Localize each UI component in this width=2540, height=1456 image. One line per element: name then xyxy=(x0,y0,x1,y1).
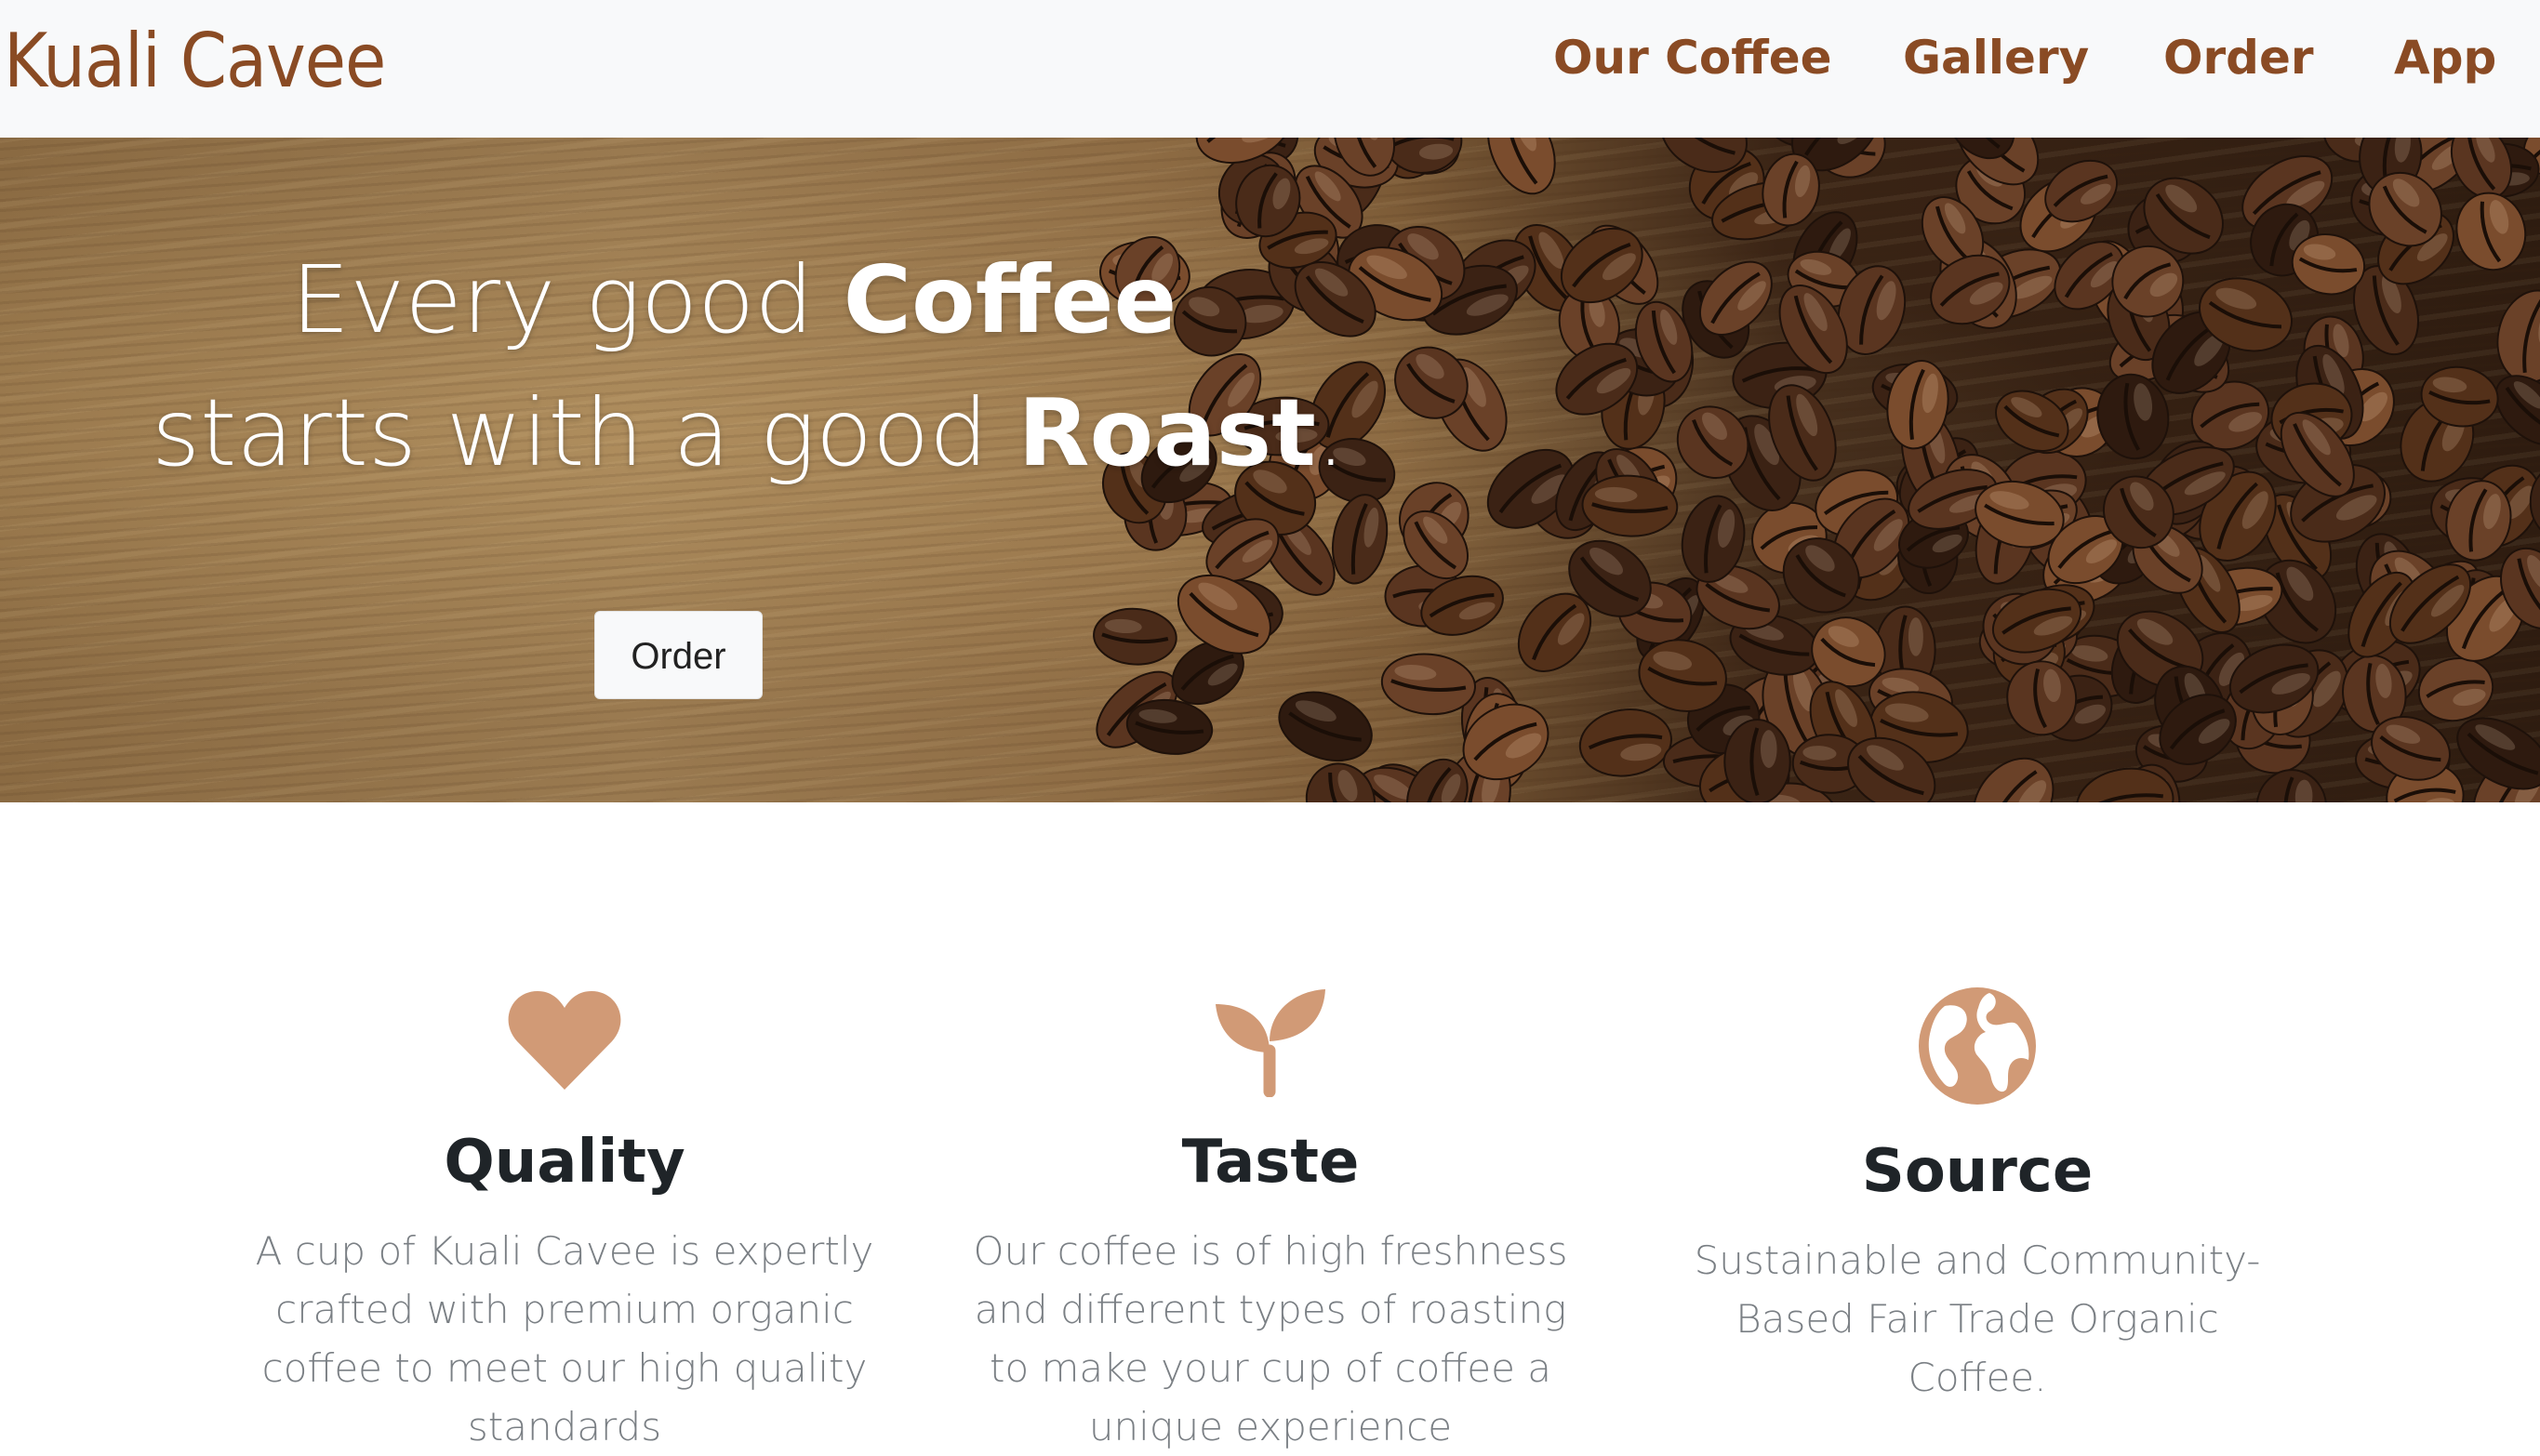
hero-line-2-period: . xyxy=(1315,378,1346,487)
nav-link-gallery[interactable]: Gallery xyxy=(1903,28,2089,87)
nav-link-our-coffee[interactable]: Our Coffee xyxy=(1553,28,1832,87)
feature-source: Source Sustainable and Community-Based F… xyxy=(1652,986,2303,1407)
globe-icon xyxy=(1919,987,2036,1105)
feature-text-source: Sustainable and Community-Based Fair Tra… xyxy=(1694,1238,2261,1400)
feature-title-quality: Quality xyxy=(444,1128,685,1197)
hero-line-2-emphasis: Roast xyxy=(1017,378,1316,487)
hero-heading-line-1: Every good Coffee xyxy=(291,245,1177,356)
seedling-icon xyxy=(1216,989,1325,1097)
hero-line-1-emphasis: Coffee xyxy=(843,245,1177,354)
hero-order-button[interactable]: Order xyxy=(594,611,763,699)
hero-heading-line-2: starts with a good Roast. xyxy=(152,377,1346,489)
brand-logo[interactable]: Kuali Cavee xyxy=(4,15,386,108)
feature-text-taste: Our coffee is of high freshness and diff… xyxy=(973,1228,1568,1449)
navbar: Kuali Cavee Our Coffee Gallery Order App xyxy=(0,0,2540,138)
nav-link-app[interactable]: App xyxy=(2394,28,2496,87)
feature-taste: Taste Our coffee is of high freshness an… xyxy=(945,986,1596,1456)
nav-link-order[interactable]: Order xyxy=(2163,28,2314,87)
heart-icon xyxy=(508,991,621,1090)
feature-title-source: Source xyxy=(1861,1137,2094,1206)
hero-banner: Every good Coffee starts with a good Roa… xyxy=(0,138,2540,802)
hero-line-1-text: Every good xyxy=(291,245,844,354)
hero-line-2-text: starts with a good xyxy=(152,378,1018,487)
feature-text-quality: A cup of Kuali Cavee is expertly crafted… xyxy=(255,1228,874,1449)
feature-quality: Quality A cup of Kuali Cavee is expertly… xyxy=(239,986,890,1456)
feature-title-taste: Taste xyxy=(1181,1128,1360,1197)
